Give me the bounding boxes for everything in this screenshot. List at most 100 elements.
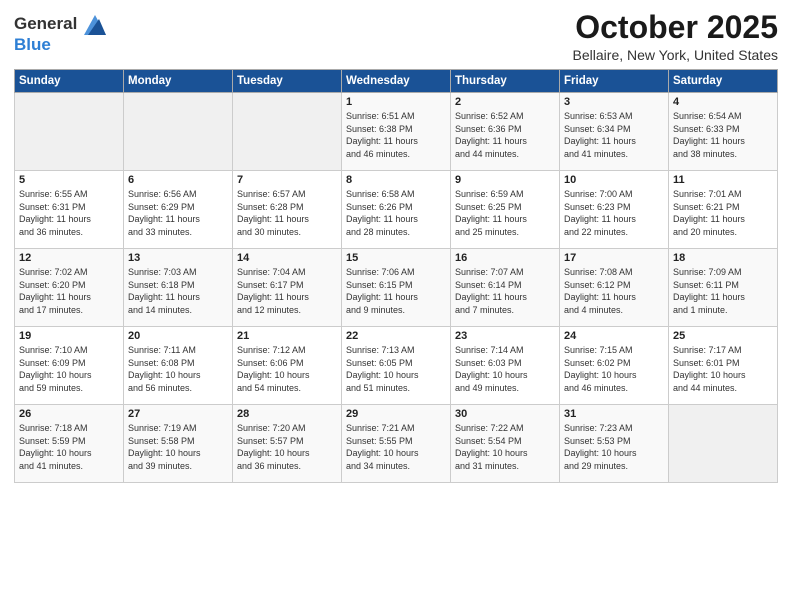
header-tuesday: Tuesday <box>233 70 342 93</box>
calendar-cell: 20 Sunrise: 7:11 AM Sunset: 6:08 PM Dayli… <box>124 327 233 405</box>
day-number: 30 <box>455 408 555 420</box>
day-number: 29 <box>346 408 446 420</box>
day-number: 9 <box>455 174 555 186</box>
day-info: Sunrise: 7:14 AM Sunset: 6:03 PM Dayligh… <box>455 344 555 394</box>
calendar-cell: 13 Sunrise: 7:03 AM Sunset: 6:18 PM Dayli… <box>124 249 233 327</box>
day-info: Sunrise: 6:51 AM Sunset: 6:38 PM Dayligh… <box>346 110 446 160</box>
day-info: Sunrise: 6:56 AM Sunset: 6:29 PM Dayligh… <box>128 188 228 238</box>
day-number: 1 <box>346 96 446 108</box>
day-info: Sunrise: 7:15 AM Sunset: 6:02 PM Dayligh… <box>564 344 664 394</box>
day-info: Sunrise: 7:19 AM Sunset: 5:58 PM Dayligh… <box>128 422 228 472</box>
day-number: 6 <box>128 174 228 186</box>
day-info: Sunrise: 6:55 AM Sunset: 6:31 PM Dayligh… <box>19 188 119 238</box>
calendar-table: SundayMondayTuesdayWednesdayThursdayFrid… <box>14 69 778 483</box>
calendar-cell: 19Sunrise: 7:10 AM Sunset: 6:09 PM Dayli… <box>15 327 124 405</box>
month-title: October 2025 <box>573 10 778 45</box>
calendar-cell: 22Sunrise: 7:13 AM Sunset: 6:05 PM Dayli… <box>342 327 451 405</box>
day-number: 3 <box>564 96 664 108</box>
day-info: Sunrise: 6:52 AM Sunset: 6:36 PM Dayligh… <box>455 110 555 160</box>
calendar-cell: 7Sunrise: 6:57 AM Sunset: 6:28 PM Daylig… <box>233 171 342 249</box>
day-info: Sunrise: 7:02 AM Sunset: 6:20 PM Dayligh… <box>19 266 119 316</box>
calendar-cell: 23 Sunrise: 7:14 AM Sunset: 6:03 PM Dayli… <box>451 327 560 405</box>
calendar-cell: 8Sunrise: 6:58 AM Sunset: 6:26 PM Daylig… <box>342 171 451 249</box>
calendar-cell: 28Sunrise: 7:20 AM Sunset: 5:57 PM Dayli… <box>233 405 342 483</box>
header-sunday: Sunday <box>15 70 124 93</box>
header-friday: Friday <box>560 70 669 93</box>
day-info: Sunrise: 7:00 AM Sunset: 6:23 PM Dayligh… <box>564 188 664 238</box>
day-number: 21 <box>237 330 337 342</box>
day-number: 24 <box>564 330 664 342</box>
week-row-0: 1 Sunrise: 6:51 AM Sunset: 6:38 PM Daylig… <box>15 93 778 171</box>
day-info: Sunrise: 7:10 AM Sunset: 6:09 PM Dayligh… <box>19 344 119 394</box>
day-number: 5 <box>19 174 119 186</box>
day-number: 2 <box>455 96 555 108</box>
calendar-cell: 1 Sunrise: 6:51 AM Sunset: 6:38 PM Daylig… <box>342 93 451 171</box>
day-number: 11 <box>673 174 773 186</box>
day-info: Sunrise: 6:59 AM Sunset: 6:25 PM Dayligh… <box>455 188 555 238</box>
calendar-cell: 9 Sunrise: 6:59 AM Sunset: 6:25 PM Daylig… <box>451 171 560 249</box>
day-info: Sunrise: 7:01 AM Sunset: 6:21 PM Dayligh… <box>673 188 773 238</box>
calendar-cell <box>15 93 124 171</box>
calendar-cell: 30 Sunrise: 7:22 AM Sunset: 5:54 PM Dayli… <box>451 405 560 483</box>
week-row-2: 12 Sunrise: 7:02 AM Sunset: 6:20 PM Dayli… <box>15 249 778 327</box>
day-number: 17 <box>564 252 664 264</box>
calendar-cell: 18Sunrise: 7:09 AM Sunset: 6:11 PM Dayli… <box>669 249 778 327</box>
main-container: General Blue October 2025 Bellaire, New … <box>0 0 792 612</box>
calendar-cell: 21 Sunrise: 7:12 AM Sunset: 6:06 PM Dayli… <box>233 327 342 405</box>
header-wednesday: Wednesday <box>342 70 451 93</box>
calendar-cell: 27 Sunrise: 7:19 AM Sunset: 5:58 PM Dayli… <box>124 405 233 483</box>
calendar-cell: 25 Sunrise: 7:17 AM Sunset: 6:01 PM Dayli… <box>669 327 778 405</box>
day-info: Sunrise: 7:23 AM Sunset: 5:53 PM Dayligh… <box>564 422 664 472</box>
day-info: Sunrise: 6:53 AM Sunset: 6:34 PM Dayligh… <box>564 110 664 160</box>
calendar-cell: 26 Sunrise: 7:18 AM Sunset: 5:59 PM Dayli… <box>15 405 124 483</box>
day-info: Sunrise: 7:17 AM Sunset: 6:01 PM Dayligh… <box>673 344 773 394</box>
day-info: Sunrise: 7:12 AM Sunset: 6:06 PM Dayligh… <box>237 344 337 394</box>
calendar-cell: 14Sunrise: 7:04 AM Sunset: 6:17 PM Dayli… <box>233 249 342 327</box>
header: General Blue October 2025 Bellaire, New … <box>14 10 778 63</box>
day-number: 23 <box>455 330 555 342</box>
calendar-cell: 16Sunrise: 7:07 AM Sunset: 6:14 PM Dayli… <box>451 249 560 327</box>
logo-text-area: General Blue <box>14 14 106 54</box>
day-number: 4 <box>673 96 773 108</box>
calendar-cell: 3 Sunrise: 6:53 AM Sunset: 6:34 PM Daylig… <box>560 93 669 171</box>
calendar-cell: 17Sunrise: 7:08 AM Sunset: 6:12 PM Dayli… <box>560 249 669 327</box>
calendar-cell <box>233 93 342 171</box>
logo: General Blue <box>14 14 106 54</box>
day-number: 20 <box>128 330 228 342</box>
day-number: 13 <box>128 252 228 264</box>
day-number: 25 <box>673 330 773 342</box>
calendar-cell: 15Sunrise: 7:06 AM Sunset: 6:15 PM Dayli… <box>342 249 451 327</box>
calendar-cell: 11 Sunrise: 7:01 AM Sunset: 6:21 PM Dayli… <box>669 171 778 249</box>
calendar-cell: 31 Sunrise: 7:23 AM Sunset: 5:53 PM Dayli… <box>560 405 669 483</box>
day-info: Sunrise: 6:54 AM Sunset: 6:33 PM Dayligh… <box>673 110 773 160</box>
calendar-cell: 10 Sunrise: 7:00 AM Sunset: 6:23 PM Dayli… <box>560 171 669 249</box>
day-number: 18 <box>673 252 773 264</box>
day-number: 10 <box>564 174 664 186</box>
week-row-1: 5 Sunrise: 6:55 AM Sunset: 6:31 PM Daylig… <box>15 171 778 249</box>
day-info: Sunrise: 7:13 AM Sunset: 6:05 PM Dayligh… <box>346 344 446 394</box>
day-number: 26 <box>19 408 119 420</box>
day-number: 12 <box>19 252 119 264</box>
day-info: Sunrise: 7:11 AM Sunset: 6:08 PM Dayligh… <box>128 344 228 394</box>
calendar-cell <box>124 93 233 171</box>
calendar-cell: 24 Sunrise: 7:15 AM Sunset: 6:02 PM Dayli… <box>560 327 669 405</box>
logo-icon <box>84 15 106 35</box>
location-subtitle: Bellaire, New York, United States <box>573 47 778 63</box>
day-number: 27 <box>128 408 228 420</box>
calendar-cell <box>669 405 778 483</box>
day-number: 8 <box>346 174 446 186</box>
day-number: 15 <box>346 252 446 264</box>
day-info: Sunrise: 7:21 AM Sunset: 5:55 PM Dayligh… <box>346 422 446 472</box>
day-number: 14 <box>237 252 337 264</box>
day-info: Sunrise: 7:18 AM Sunset: 5:59 PM Dayligh… <box>19 422 119 472</box>
day-number: 31 <box>564 408 664 420</box>
calendar-cell: 5 Sunrise: 6:55 AM Sunset: 6:31 PM Daylig… <box>15 171 124 249</box>
calendar-cell: 12 Sunrise: 7:02 AM Sunset: 6:20 PM Dayli… <box>15 249 124 327</box>
logo-general: General <box>14 14 77 33</box>
logo-blue: Blue <box>14 35 106 55</box>
day-info: Sunrise: 6:57 AM Sunset: 6:28 PM Dayligh… <box>237 188 337 238</box>
day-number: 16 <box>455 252 555 264</box>
day-info: Sunrise: 7:22 AM Sunset: 5:54 PM Dayligh… <box>455 422 555 472</box>
day-info: Sunrise: 7:03 AM Sunset: 6:18 PM Dayligh… <box>128 266 228 316</box>
week-row-4: 26 Sunrise: 7:18 AM Sunset: 5:59 PM Dayli… <box>15 405 778 483</box>
